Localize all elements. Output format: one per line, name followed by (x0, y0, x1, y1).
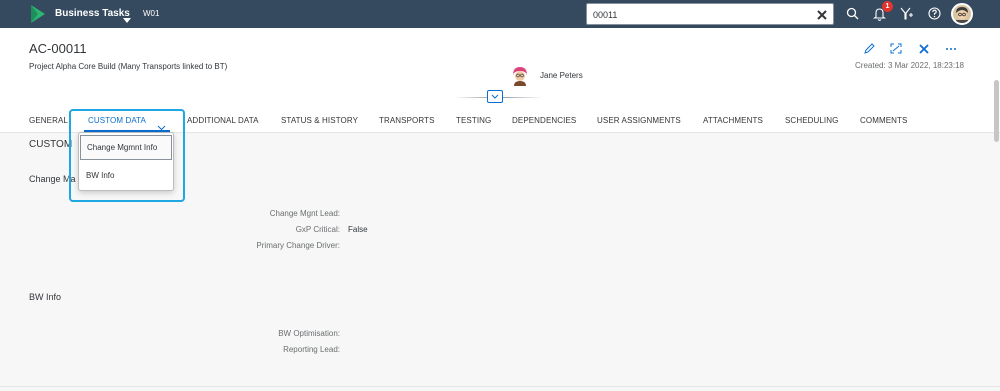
close-icon[interactable] (919, 41, 929, 59)
vertical-scrollbar[interactable] (994, 80, 999, 142)
tab-transports[interactable]: TRANSPORTS (379, 116, 435, 125)
close-icon[interactable] (816, 8, 828, 26)
tab-dropdown-menu: Change Mgmnt Info BW Info (78, 132, 174, 191)
search-input[interactable] (593, 7, 813, 22)
user-avatar[interactable] (951, 3, 973, 25)
search-field[interactable] (586, 3, 834, 25)
field-label: Reporting Lead: (283, 345, 340, 354)
tab-testing[interactable]: TESTING (456, 116, 491, 125)
menu-item-change-mgmnt-info[interactable]: Change Mgmnt Info (80, 135, 172, 160)
tab-user-assignments[interactable]: USER ASSIGNMENTS (597, 116, 681, 125)
field-label: BW Optimisation: (278, 329, 340, 338)
field-label: Primary Change Driver: (256, 241, 340, 250)
tab-comments[interactable]: COMMENTS (860, 116, 907, 125)
section-title: CUSTOM (29, 139, 73, 150)
person-avatar (511, 66, 529, 86)
tab-dependencies[interactable]: DEPENDENCIES (512, 116, 576, 125)
tab-status-history[interactable]: STATUS & HISTORY (281, 116, 358, 125)
filter-icon[interactable] (900, 7, 914, 25)
page-title: AC-00011 (29, 41, 87, 56)
tab-additional-data[interactable]: ADDITIONAL DATA (187, 116, 259, 125)
app-subtitle: W01 (143, 9, 160, 18)
created-timestamp: Created: 3 Mar 2022, 18:23:18 (855, 61, 964, 70)
tab-attachments[interactable]: ATTACHMENTS (703, 116, 763, 125)
fullscreen-icon[interactable] (890, 41, 902, 59)
help-icon[interactable] (928, 7, 941, 25)
overflow-menu-icon[interactable] (945, 41, 957, 59)
field-label: Change Mgnt Lead: (269, 209, 340, 218)
edit-icon[interactable] (864, 41, 875, 59)
shell-bar: Business Tasks W01 1 (0, 0, 1000, 28)
tab-custom-data[interactable]: CUSTOM DATA (88, 116, 146, 125)
subsection-title-change: Change Ma (29, 174, 76, 184)
footer-divider (0, 386, 1000, 387)
object-description: Project Alpha Core Build (Many Transport… (29, 62, 228, 71)
menu-item-bw-info[interactable]: BW Info (79, 164, 173, 188)
notification-badge: 1 (882, 1, 893, 12)
assigned-person-name[interactable]: Jane Peters (540, 71, 583, 80)
tab-bar: GENERAL CUSTOM DATA ADDITIONAL DATA STAT… (0, 108, 1000, 133)
field-label: GxP Critical: (295, 225, 340, 234)
chevron-down-icon[interactable] (123, 11, 131, 29)
subsection-title-bw: BW Info (29, 292, 62, 302)
tab-scheduling[interactable]: SCHEDULING (785, 116, 838, 125)
field-value: False (348, 225, 368, 234)
app-title[interactable]: Business Tasks (55, 8, 130, 19)
app-logo-icon[interactable] (31, 5, 45, 28)
tab-general[interactable]: GENERAL (29, 116, 68, 125)
search-icon[interactable] (846, 7, 859, 25)
collapse-header-button[interactable] (487, 90, 503, 103)
